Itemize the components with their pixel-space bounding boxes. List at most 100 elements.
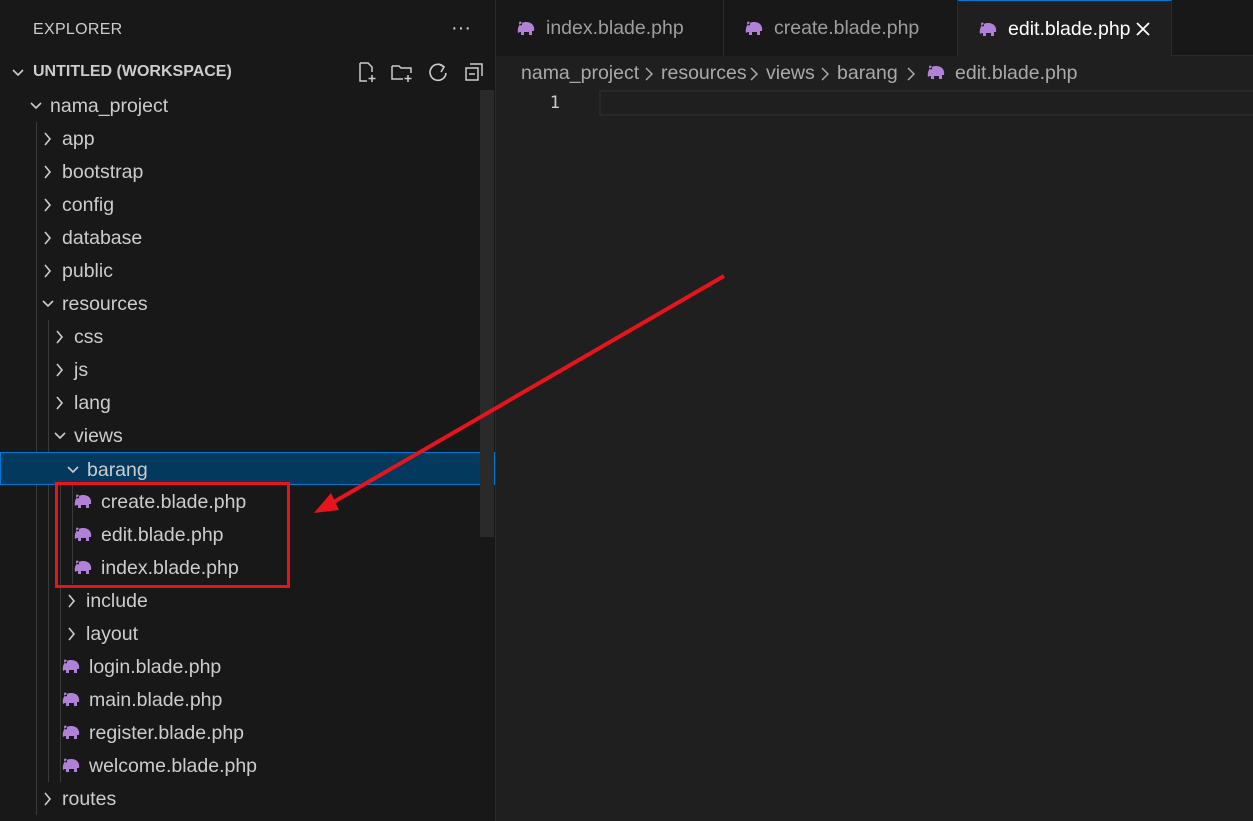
blade-file-icon	[927, 65, 945, 79]
tab-index-blade[interactable]: index.blade.php	[496, 0, 724, 56]
blade-file-icon	[74, 560, 92, 574]
tree-file-create-blade-php[interactable]: create.blade.php	[0, 485, 495, 518]
tree-folder-js[interactable]: js	[0, 353, 495, 386]
tree-folder-lang[interactable]: lang	[0, 386, 495, 419]
blade-file-icon	[62, 659, 80, 673]
new-folder-icon[interactable]	[390, 60, 414, 84]
tree-folder-public[interactable]: public	[0, 254, 495, 287]
tree-item-label: public	[62, 260, 113, 282]
tree-item-label: js	[74, 359, 89, 381]
tab-label: create.blade.php	[774, 17, 920, 39]
tree-item-label: routes	[62, 788, 117, 810]
tree-folder-barang[interactable]: barang	[0, 452, 495, 485]
tab-label: index.blade.php	[546, 17, 684, 39]
refresh-icon[interactable]	[426, 60, 450, 84]
current-line-highlight	[599, 90, 1253, 116]
tree-file-welcome-blade-php[interactable]: welcome.blade.php	[0, 749, 495, 782]
blade-file-icon	[74, 494, 92, 508]
blade-file-icon	[74, 527, 92, 541]
tree-item-label: config	[62, 194, 115, 216]
tree-file-main-blade-php[interactable]: main.blade.php	[0, 683, 495, 716]
tree-item-label: barang	[87, 459, 148, 481]
tab-edit-blade[interactable]: edit.blade.php	[958, 0, 1172, 57]
chevron-right-icon	[68, 594, 76, 608]
workspace-header[interactable]: UNTITLED (WORKSPACE)	[0, 56, 495, 89]
tree-folder-nama-project[interactable]: nama_project	[0, 89, 495, 122]
chevron-down-icon	[67, 466, 79, 474]
tree-folder-database[interactable]: database	[0, 221, 495, 254]
chevron-right-icon	[821, 67, 830, 81]
line-number: 1	[549, 93, 560, 113]
chevron-right-icon	[56, 363, 64, 377]
blade-file-icon	[745, 21, 763, 35]
blade-file-icon	[62, 692, 80, 706]
chevron-right-icon	[750, 67, 759, 81]
explorer-header: EXPLORER ···	[0, 0, 495, 60]
tree-folder-bootstrap[interactable]: bootstrap	[0, 155, 495, 188]
breadcrumb-item[interactable]: resources	[661, 62, 747, 85]
tree-item-label: css	[74, 326, 104, 348]
tree-item-label: create.blade.php	[101, 491, 247, 513]
tree-item-label: database	[62, 227, 143, 249]
tree-folder-css[interactable]: css	[0, 320, 495, 353]
chevron-right-icon	[44, 132, 52, 146]
chevron-right-icon	[68, 627, 76, 641]
collapse-all-icon[interactable]	[462, 60, 486, 84]
tree-file-index-blade-php[interactable]: index.blade.php	[0, 551, 495, 584]
blade-file-icon	[62, 725, 80, 739]
tab-create-blade[interactable]: create.blade.php	[724, 0, 958, 56]
code-editor[interactable]: 1	[496, 90, 1253, 821]
tree-item-label: register.blade.php	[89, 722, 245, 744]
tree-folder-layout[interactable]: layout	[0, 617, 495, 650]
tree-folder-resources[interactable]: resources	[0, 287, 495, 320]
more-actions-icon[interactable]: ···	[446, 14, 476, 44]
chevron-right-icon	[44, 264, 52, 278]
new-file-icon[interactable]	[354, 60, 378, 84]
explorer-title: EXPLORER	[33, 21, 123, 38]
blade-file-icon	[62, 758, 80, 772]
tab-label: edit.blade.php	[1008, 18, 1131, 40]
breadcrumb-item[interactable]: views	[766, 62, 815, 85]
workspace-label: UNTITLED (WORKSPACE)	[33, 63, 232, 80]
chevron-down-icon	[54, 432, 66, 440]
chevron-right-icon	[645, 67, 654, 81]
chevron-right-icon	[44, 198, 52, 212]
explorer-sidebar: EXPLORER ··· UNTITLED (WORKSPACE) nama_p…	[0, 0, 496, 821]
tree-file-login-blade-php[interactable]: login.blade.php	[0, 650, 495, 683]
blade-file-icon	[517, 21, 535, 35]
tree-item-label: index.blade.php	[101, 557, 239, 579]
tree-item-label: bootstrap	[62, 161, 144, 183]
tree-item-label: edit.blade.php	[101, 524, 224, 546]
breadcrumb: nama_project resources views barang edit…	[496, 56, 1253, 90]
tree-scrollbar[interactable]	[480, 90, 494, 537]
tree-item-label: layout	[86, 623, 139, 645]
chevron-right-icon	[56, 330, 64, 344]
tree-file-edit-blade-php[interactable]: edit.blade.php	[0, 518, 495, 551]
tree-item-label: resources	[62, 293, 148, 315]
tree-item-label: include	[86, 590, 148, 612]
tree-item-label: app	[62, 128, 95, 150]
blade-file-icon	[979, 22, 997, 36]
tree-folder-routes[interactable]: routes	[0, 782, 495, 815]
breadcrumb-item[interactable]: edit.blade.php	[955, 62, 1078, 85]
tree-item-label: welcome.blade.php	[89, 755, 258, 777]
tree-folder-config[interactable]: config	[0, 188, 495, 221]
close-icon[interactable]	[1131, 17, 1155, 41]
tree-folder-app[interactable]: app	[0, 122, 495, 155]
tree-item-label: login.blade.php	[89, 656, 222, 678]
chevron-right-icon	[44, 792, 52, 806]
tree-item-label: lang	[74, 392, 111, 414]
tree-item-label: nama_project	[50, 95, 169, 117]
chevron-down-icon	[30, 102, 42, 110]
tree-file-register-blade-php[interactable]: register.blade.php	[0, 716, 495, 749]
tree-item-label: main.blade.php	[89, 689, 223, 711]
tree-folder-views[interactable]: views	[0, 419, 495, 452]
breadcrumb-item[interactable]: barang	[837, 62, 898, 85]
chevron-right-icon	[44, 165, 52, 179]
chevron-down-icon	[42, 300, 54, 308]
chevron-right-icon	[907, 67, 916, 81]
tree-item-label: views	[74, 425, 123, 447]
chevron-right-icon	[44, 231, 52, 245]
tree-folder-include[interactable]: include	[0, 584, 495, 617]
breadcrumb-item[interactable]: nama_project	[521, 62, 639, 85]
